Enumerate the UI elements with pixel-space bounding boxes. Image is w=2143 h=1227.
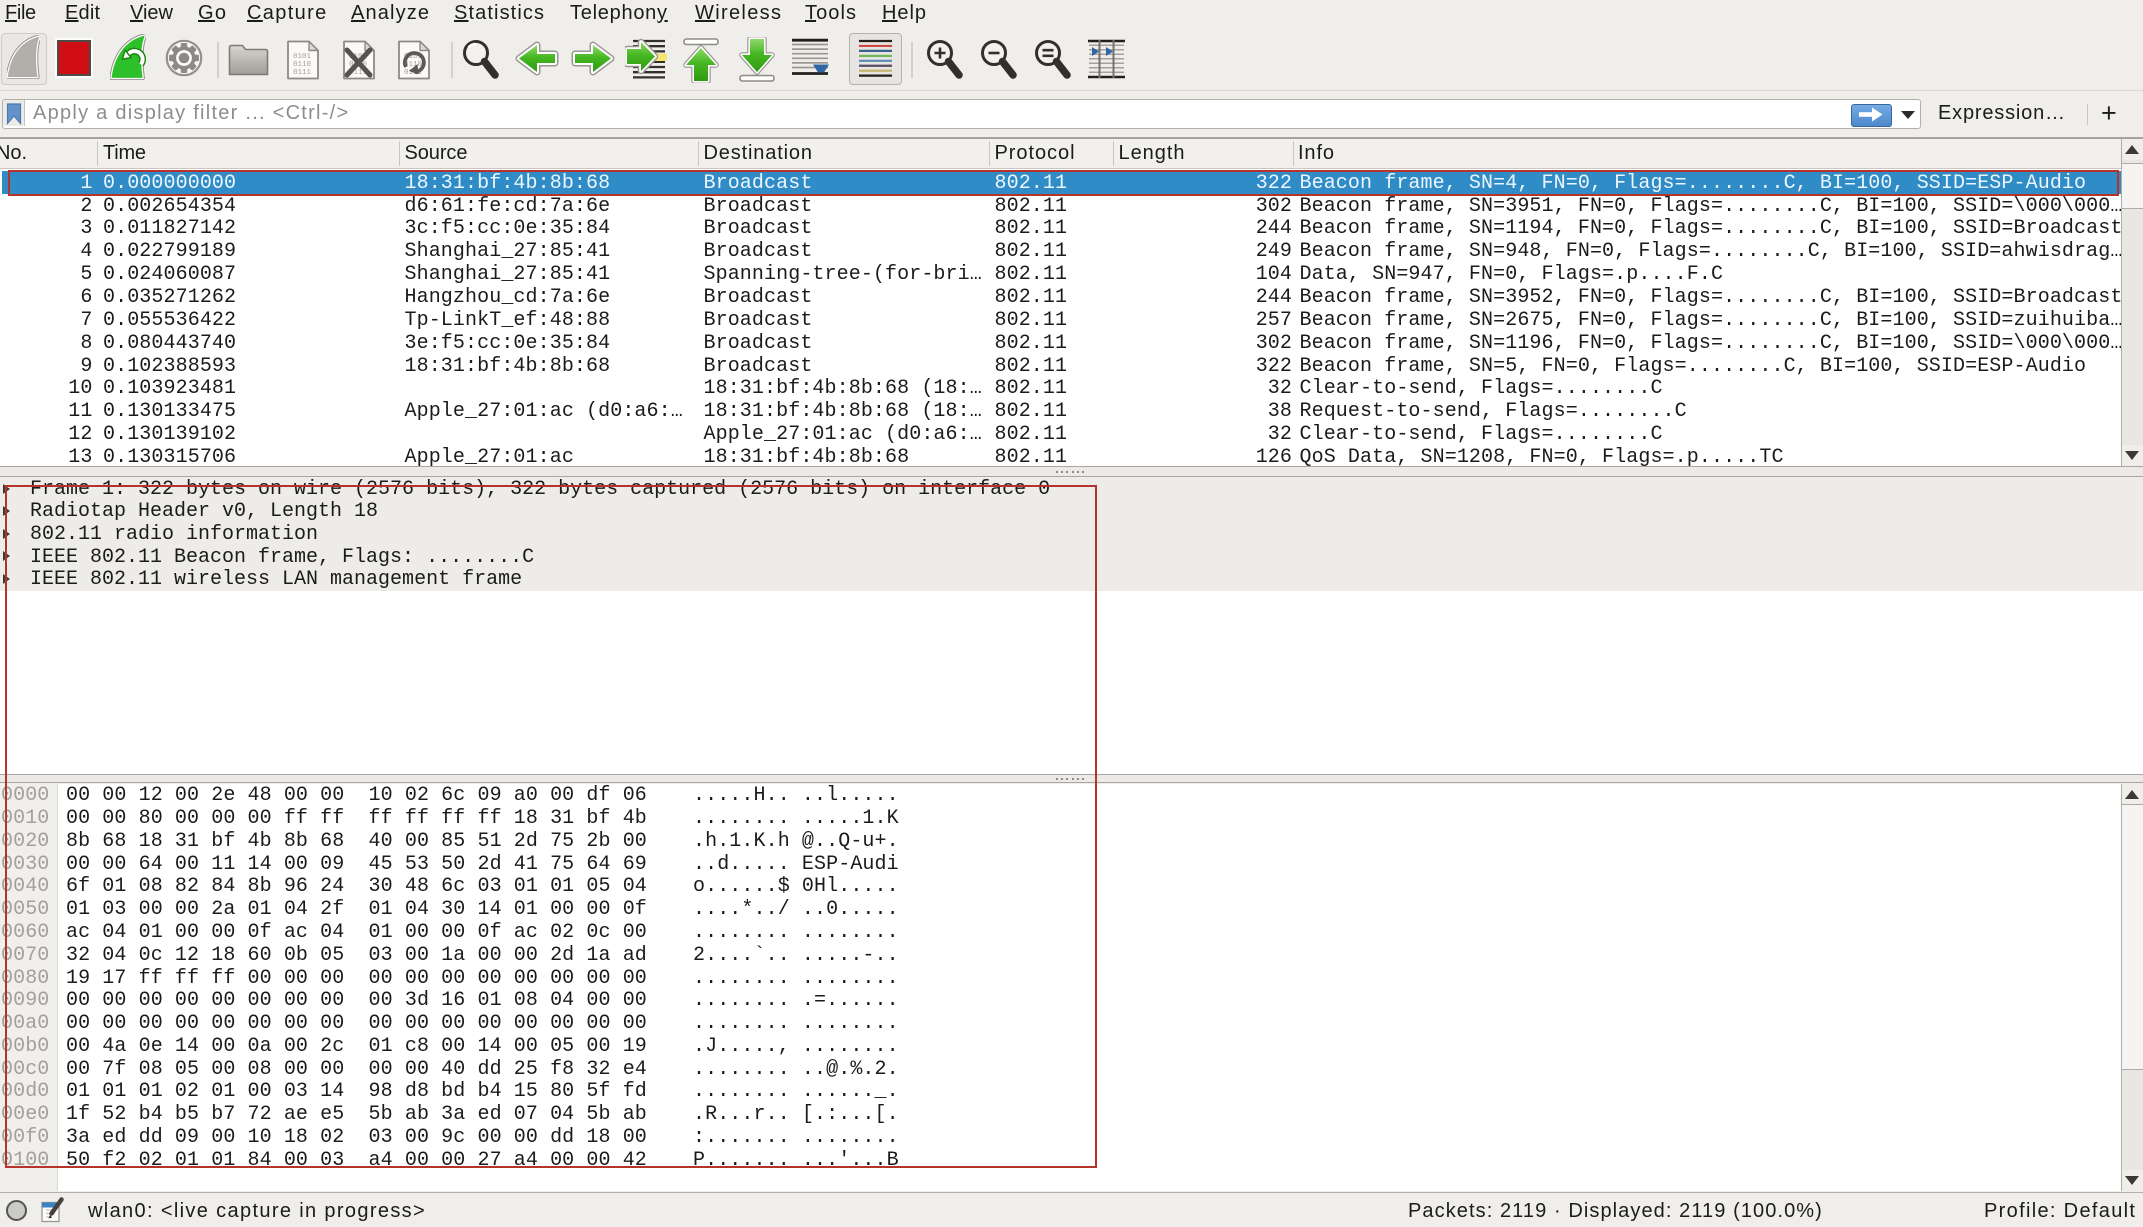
svg-text:0111: 0111 <box>293 69 312 77</box>
svg-text:0110: 0110 <box>293 61 312 69</box>
svg-text:0101: 0101 <box>293 53 312 61</box>
